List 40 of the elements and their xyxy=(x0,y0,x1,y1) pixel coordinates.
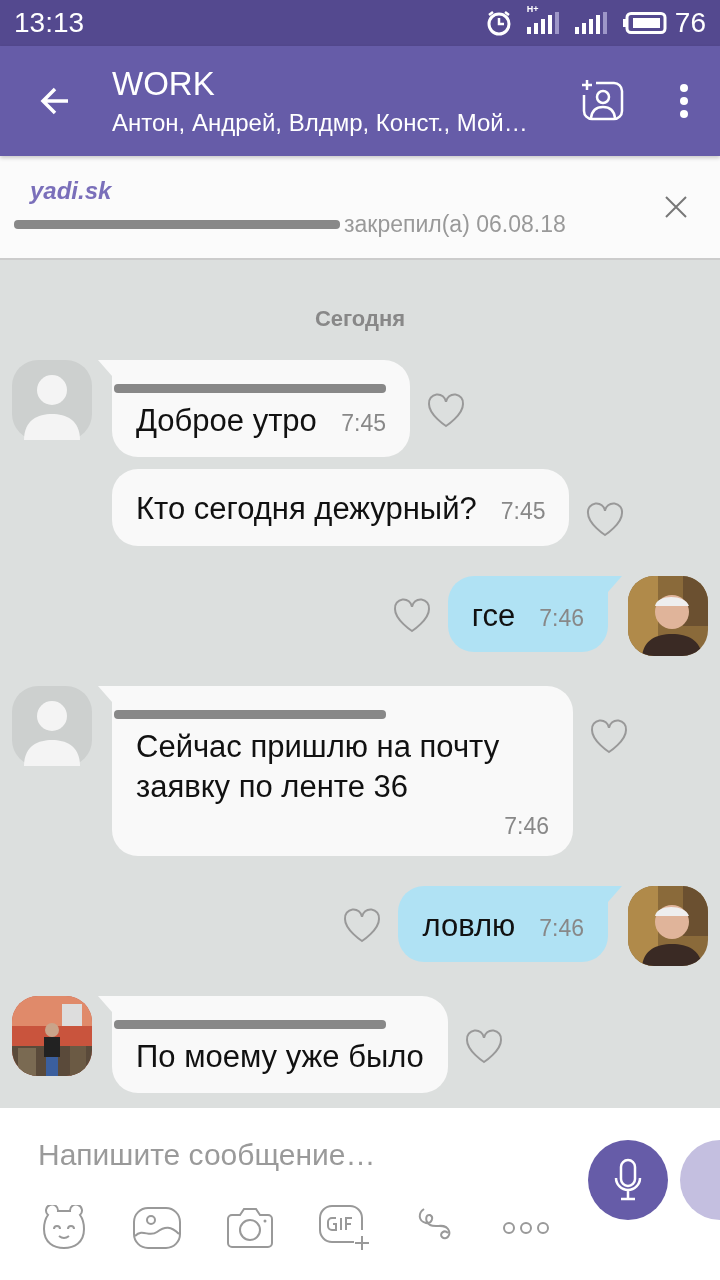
pinned-info-text: закрепил(а) 06.08.18 xyxy=(344,210,566,238)
message-input[interactable]: Напишите сообщение… xyxy=(38,1138,588,1172)
heart-icon[interactable] xyxy=(426,393,466,429)
battery-level-text: 76 xyxy=(674,7,706,39)
message-text: Доброе утро xyxy=(136,402,317,440)
microphone-icon xyxy=(613,1158,643,1202)
signal-icon xyxy=(526,12,561,34)
heart-icon[interactable] xyxy=(589,718,629,755)
date-separator: Сегодня xyxy=(313,306,407,332)
camera-icon[interactable] xyxy=(224,1205,276,1251)
message-text: Сейчас пришлю на почту заявку по ленте 36 xyxy=(136,727,501,806)
message-text: Кто сегодня дежурный? xyxy=(136,490,477,529)
close-icon xyxy=(664,195,688,219)
message-text: гсе xyxy=(471,596,516,635)
message-time: 7:46 xyxy=(539,915,584,943)
message-text: ловлю xyxy=(422,907,516,946)
participants-text: Антон, Андрей, Влдмр, Конст., Мой… xyxy=(112,109,529,137)
message-time: 7:46 xyxy=(504,813,549,841)
pinned-title: yadi.sk xyxy=(30,176,113,205)
message-time: 7:45 xyxy=(500,498,546,526)
message-time: 7:46 xyxy=(539,604,584,632)
avatar-placeholder-icon[interactable] xyxy=(12,685,92,766)
heart-icon[interactable] xyxy=(391,597,432,634)
message-bubble[interactable]: Кто сегодня дежурный? 7:45 xyxy=(112,469,570,546)
heart-icon[interactable] xyxy=(463,1029,504,1066)
pinned-message-bar[interactable]: yadi.sk закрепил(а) 06.08.18 xyxy=(0,156,720,260)
more-icon[interactable] xyxy=(502,1220,550,1236)
gallery-icon[interactable] xyxy=(132,1206,182,1250)
battery-icon xyxy=(622,12,667,34)
signal-icon xyxy=(574,12,609,34)
heart-icon[interactable] xyxy=(342,908,383,945)
clock-text: 13:13 xyxy=(14,7,85,39)
heart-icon[interactable] xyxy=(585,502,626,539)
avatar-placeholder-icon[interactable] xyxy=(12,360,92,440)
message-time: 7:45 xyxy=(341,410,386,437)
gif-icon[interactable] xyxy=(318,1204,372,1252)
network-type-text: H+ xyxy=(526,4,539,14)
more-vertical-icon xyxy=(678,83,690,119)
chat-title: WORK xyxy=(112,65,216,103)
message-text: По моему уже было xyxy=(136,1038,424,1077)
